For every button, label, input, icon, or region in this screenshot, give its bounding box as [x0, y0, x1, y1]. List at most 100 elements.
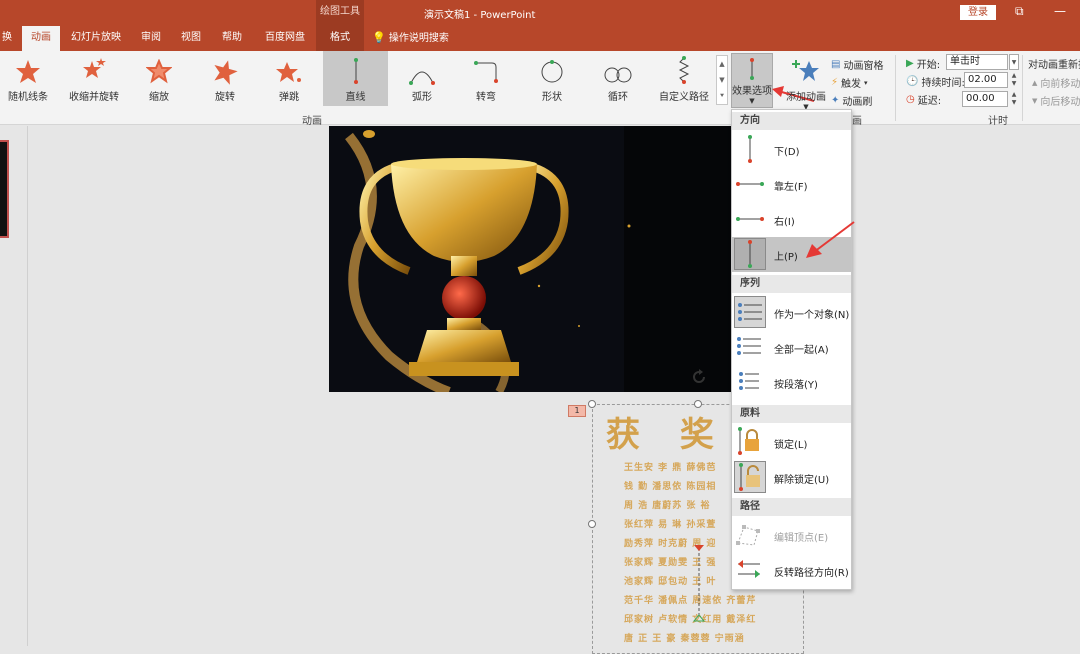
arrow-right-path-icon [734, 203, 766, 235]
tab-help[interactable]: 帮助 [215, 26, 249, 51]
anim-zoom[interactable]: 缩放 [134, 51, 184, 106]
direction-down[interactable]: 下(D) [732, 132, 851, 167]
edit-points[interactable]: 编辑顶点(E) [732, 518, 851, 553]
tab-view[interactable]: 视图 [174, 26, 208, 51]
reverse-path-direction[interactable]: 反转路径方向(R) [732, 553, 851, 588]
down-triangle-icon: ▼ [1032, 96, 1038, 105]
unlock-icon [734, 461, 766, 493]
move-earlier-button[interactable]: ▲ 向前移动 [1032, 75, 1080, 91]
origin-locked[interactable]: 锁定(L) [732, 425, 851, 460]
sequence-all-at-once[interactable]: 全部一起(A) [732, 330, 851, 365]
rotate-handle-icon[interactable] [690, 368, 708, 386]
delay-label: ◷ 延迟: [906, 94, 942, 107]
group-label-advanced: 画 [852, 116, 862, 127]
direction-left[interactable]: 靠左(F) [732, 167, 851, 202]
custom-path-icon [654, 51, 714, 85]
ribbon-tab-bar: 换 动画 幻灯片放映 审阅 视图 帮助 百度网盘 格式 💡 操作说明搜索 [0, 26, 1080, 51]
list-one-object-icon [734, 296, 766, 328]
red-arrow-pointer [806, 221, 855, 258]
anim-spin[interactable]: 旋转 [200, 51, 250, 106]
anim-arcs[interactable]: 弧形 [396, 51, 448, 106]
edit-points-icon [734, 519, 766, 551]
award-name-row: 钱 勤 潘思依 陈园相 [624, 482, 717, 492]
bouncing-star-icon [264, 51, 314, 85]
tab-animations[interactable]: 动画 [22, 26, 60, 51]
delay-spinner[interactable]: ▲ ▼ [1009, 91, 1019, 107]
effect-options-label: 效果选项 [732, 86, 772, 97]
award-name-row: 王生安 李 鼎 薛佛芭 [624, 463, 717, 473]
trophy-illustration [329, 126, 734, 392]
origin-unlocked[interactable]: 解除锁定(U) [732, 460, 851, 495]
start-label: ▶ 开始: [906, 58, 941, 71]
group-label-timing: 计时 [988, 116, 1008, 127]
animation-order-tag[interactable]: 1 [568, 405, 586, 417]
sequence-by-paragraph[interactable]: 按段落(Y) [732, 365, 851, 400]
tell-me-search[interactable]: 💡 操作说明搜索 [372, 26, 462, 51]
add-animation-button[interactable]: 添加动画 ▼ [783, 51, 829, 111]
slide-thumbnail[interactable] [0, 140, 9, 238]
slide-thumbnail-pane [0, 126, 28, 646]
minimize-icon[interactable]: — [1054, 4, 1066, 18]
lightning-icon: ⚡ [831, 77, 839, 88]
add-star-icon [783, 51, 829, 85]
tab-review[interactable]: 审阅 [134, 26, 168, 51]
trigger-button[interactable]: ⚡ 触发 ▾ [831, 75, 868, 90]
reorder-title: 对动画重新排 [1028, 60, 1080, 71]
anim-bounce[interactable]: 弹跳 [264, 51, 314, 106]
menu-header-sequence: 序列 [732, 275, 851, 293]
drawing-tools-context-label: 绘图工具 [316, 0, 364, 26]
arrow-up-path-icon [734, 238, 766, 270]
rotating-star-icon [200, 51, 250, 85]
anim-loops[interactable]: 循环 [592, 51, 644, 106]
animation-pane-icon: ▤ [831, 59, 841, 70]
menu-header-path: 路径 [732, 498, 851, 516]
dropdown-caret-icon: ▾ [864, 78, 868, 87]
line-path-icon [323, 51, 388, 85]
tab-transitions[interactable]: 换 [0, 26, 14, 51]
sequence-as-one-object[interactable]: 作为一个对象(N) [732, 295, 851, 330]
star-burst-icon [2, 51, 54, 85]
trophy-picture[interactable] [329, 126, 734, 392]
duration-input[interactable]: 02.00 [964, 72, 1008, 88]
anim-shrink-turn[interactable]: 收缩并旋转 [64, 51, 124, 106]
effect-options-button[interactable]: 效果选项 ▼ [731, 53, 773, 108]
award-name-row: 张红萍 易 琳 孙采萱 [624, 520, 717, 530]
anim-shapes[interactable]: 形状 [526, 51, 578, 106]
anim-custom-path[interactable]: 自定义路径 [654, 51, 714, 106]
duration-label: 🕒 持续时间: [906, 76, 965, 89]
group-separator [1022, 55, 1023, 121]
lightbulb-icon: 💡 [372, 31, 386, 44]
motion-path-line[interactable] [690, 542, 708, 622]
play-icon: ▶ [906, 58, 914, 69]
move-later-button[interactable]: ▼ 向后移动 [1032, 93, 1080, 109]
animation-pane-button[interactable]: ▤ 动画窗格 [831, 57, 883, 72]
duration-spinner[interactable]: ▲ ▼ [1009, 72, 1019, 88]
turn-path-icon [460, 51, 512, 85]
reverse-arrows-icon [734, 554, 766, 586]
animation-painter-button[interactable]: ✦ 动画刷 [831, 93, 872, 108]
circle-path-icon [526, 51, 578, 85]
start-select[interactable]: 单击时 [946, 54, 1008, 70]
login-button[interactable]: 登录 [960, 5, 996, 20]
list-paragraph-icon [734, 366, 766, 398]
document-title: 演示文稿1 - PowerPoint [424, 10, 536, 21]
list-all-icon [734, 331, 766, 363]
anim-turns[interactable]: 转弯 [460, 51, 512, 106]
anim-lines[interactable]: 直线 [323, 51, 388, 106]
tab-baidu-netdisk[interactable]: 百度网盘 [258, 26, 312, 51]
start-dropdown-icon[interactable]: ▼ [1009, 54, 1019, 70]
painter-brush-icon: ✦ [831, 95, 840, 106]
delay-input[interactable]: 00.00 [962, 91, 1008, 107]
resize-handle[interactable] [588, 400, 596, 408]
resize-handle[interactable] [588, 520, 596, 528]
arrow-left-path-icon [734, 168, 766, 200]
ribbon-animations: 随机线条 收缩并旋转 缩放 旋转 弹跳 直线 弧形 转弯 形状 循环 自定义路径… [0, 51, 1080, 127]
group-separator [895, 55, 896, 121]
dropdown-caret-icon: ▼ [749, 97, 755, 105]
gallery-scroll[interactable]: ▲ ▼ ⯆ [716, 55, 728, 105]
lock-icon [734, 426, 766, 458]
tab-format[interactable]: 格式 [316, 26, 364, 51]
ribbon-display-icon[interactable]: ⧉ [1015, 4, 1024, 19]
tab-slideshow[interactable]: 幻灯片放映 [66, 26, 126, 51]
anim-random-bars[interactable]: 随机线条 [2, 51, 54, 106]
